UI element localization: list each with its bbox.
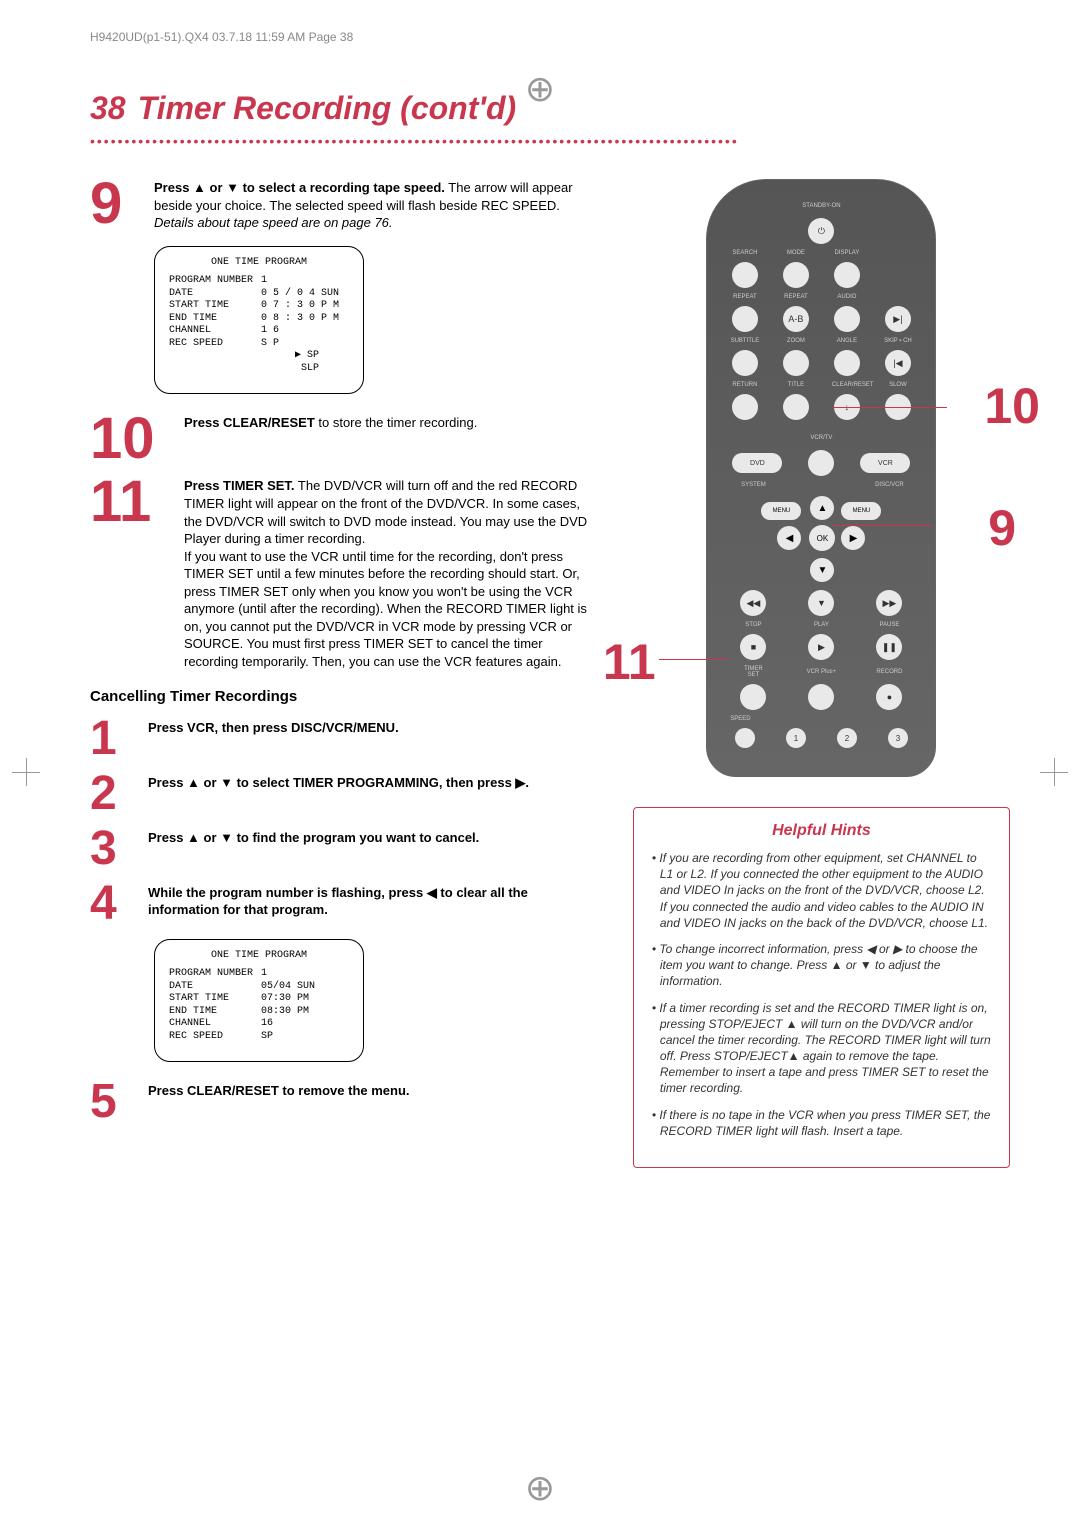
num-1-button: 1 — [786, 728, 806, 748]
lcd-rows: PROGRAM NUMBER1DATE0 5 / 0 4 SUNSTART TI… — [169, 275, 349, 350]
remote-illustration: STANDBY-ON ⏻ SEARCH MODE DISPLAY — [706, 179, 936, 777]
helpful-hints-list: If you are recording from other equipmen… — [650, 850, 993, 1139]
hint-item: If you are recording from other equipmen… — [650, 850, 993, 931]
lcd-one-time-program-2: ONE TIME PROGRAM PROGRAM NUMBER1DATE05/0… — [154, 939, 364, 1063]
up-arrow-button: ▲ — [810, 496, 834, 520]
cancel-step-body: Press VCR, then press DISC/VCR/MENU. — [148, 719, 399, 760]
callout-line-11 — [659, 659, 729, 660]
speed-button — [735, 728, 755, 748]
repeat-ab-button: A-B — [783, 306, 809, 332]
left-arrow-button: ◀ — [777, 526, 801, 550]
return-button — [732, 394, 758, 420]
vcr-source-button: VCR — [860, 453, 910, 473]
skip-fwd-button: ▶| — [885, 306, 911, 332]
num-3-button: 3 — [888, 728, 908, 748]
step-11: 11 Press TIMER SET. The DVD/VCR will tur… — [90, 477, 593, 670]
pause-button: ❚❚ — [876, 634, 902, 660]
callout-line-10 — [833, 407, 947, 408]
zoom-button — [783, 350, 809, 376]
vcr-plus-button — [808, 684, 834, 710]
cancel-step-num: 1 — [90, 719, 134, 760]
hint-item: If there is no tape in the VCR when you … — [650, 1107, 993, 1139]
page-title: Timer Recording (cont'd) — [138, 90, 517, 127]
play-button: ▶ — [808, 634, 834, 660]
callout-line-9 — [833, 525, 933, 526]
divider-dots: ••••••••••••••••••••••••••••••••••••••••… — [90, 133, 1010, 149]
rew-button: ◀◀ — [740, 590, 766, 616]
menu-left-button: MENU — [761, 502, 801, 520]
dpad: MENU MENU ▲ ▼ ◀ ▶ OK — [761, 494, 881, 584]
standby-label: STANDBY-ON — [802, 203, 840, 209]
helpful-hints-box: Helpful Hints If you are recording from … — [633, 807, 1010, 1168]
audio-button — [834, 306, 860, 332]
repeat-button — [732, 306, 758, 332]
down-arrow-button: ▼ — [810, 558, 834, 582]
cancel-step-2: 2 Press ▲ or ▼ to select TIMER PROGRAMMI… — [90, 774, 593, 815]
subtitle-button — [732, 350, 758, 376]
callout-10: 10 — [984, 377, 1040, 435]
angle-button — [834, 350, 860, 376]
stop-button: ■ — [740, 634, 766, 660]
hint-item: If a timer recording is set and the RECO… — [650, 1000, 993, 1097]
hint-item: To change incorrect information, press ◀… — [650, 941, 993, 990]
dvd-source-button: DVD — [732, 453, 782, 473]
title-button — [783, 394, 809, 420]
power-button: ⏻ — [808, 218, 834, 244]
cancel-step-1: 1 Press VCR, then press DISC/VCR/MENU. — [90, 719, 593, 760]
step-9: 9 Press ▲ or ▼ to select a recording tap… — [90, 179, 593, 232]
helpful-hints-title: Helpful Hints — [650, 822, 993, 840]
registration-mark-left — [12, 758, 40, 786]
step-number-10: 10 — [90, 414, 170, 463]
down2-button: ▼ — [808, 590, 834, 616]
cancel-steps: 1 Press VCR, then press DISC/VCR/MENU. 2… — [90, 719, 593, 924]
menu-right-button: MENU — [841, 502, 881, 520]
callout-11: 11 — [603, 633, 656, 691]
page-number: 38 — [90, 90, 126, 127]
right-arrow-button: ▶ — [841, 526, 865, 550]
cancel-step-5: 5 Press CLEAR/RESET to remove the menu. — [90, 1082, 593, 1123]
step-number-11: 11 — [90, 477, 170, 670]
step-body-11: Press TIMER SET. The DVD/VCR will turn o… — [184, 477, 593, 670]
num-2-button: 2 — [837, 728, 857, 748]
cancel-heading: Cancelling Timer Recordings — [90, 688, 593, 705]
vcr-tv-button — [808, 450, 834, 476]
step-body-10: Press CLEAR/RESET to store the timer rec… — [184, 414, 477, 463]
registration-mark-right — [1040, 758, 1068, 786]
record-button: ● — [876, 684, 902, 710]
lcd-title: ONE TIME PROGRAM — [169, 257, 349, 270]
timer-set-button — [740, 684, 766, 710]
step-body-9: Press ▲ or ▼ to select a recording tape … — [154, 179, 593, 232]
ok-button: OK — [809, 525, 835, 551]
mode-button — [783, 262, 809, 288]
cancel-step-3: 3 Press ▲ or ▼ to find the program you w… — [90, 829, 593, 870]
cancel-step-4: 4 While the program number is flashing, … — [90, 884, 593, 925]
step-number-9: 9 — [90, 179, 140, 232]
callout-9: 9 — [988, 499, 1016, 557]
lcd-one-time-program-1: ONE TIME PROGRAM PROGRAM NUMBER1DATE0 5 … — [154, 246, 364, 395]
search-button — [732, 262, 758, 288]
ff-button: ▶▶ — [876, 590, 902, 616]
display-button — [834, 262, 860, 288]
skip-back-button: |◀ — [885, 350, 911, 376]
step-10: 10 Press CLEAR/RESET to store the timer … — [90, 414, 593, 463]
lcd-extra: ▶ SP SLP — [169, 350, 349, 375]
registration-mark-bottom: ⊕ — [0, 1479, 1080, 1497]
